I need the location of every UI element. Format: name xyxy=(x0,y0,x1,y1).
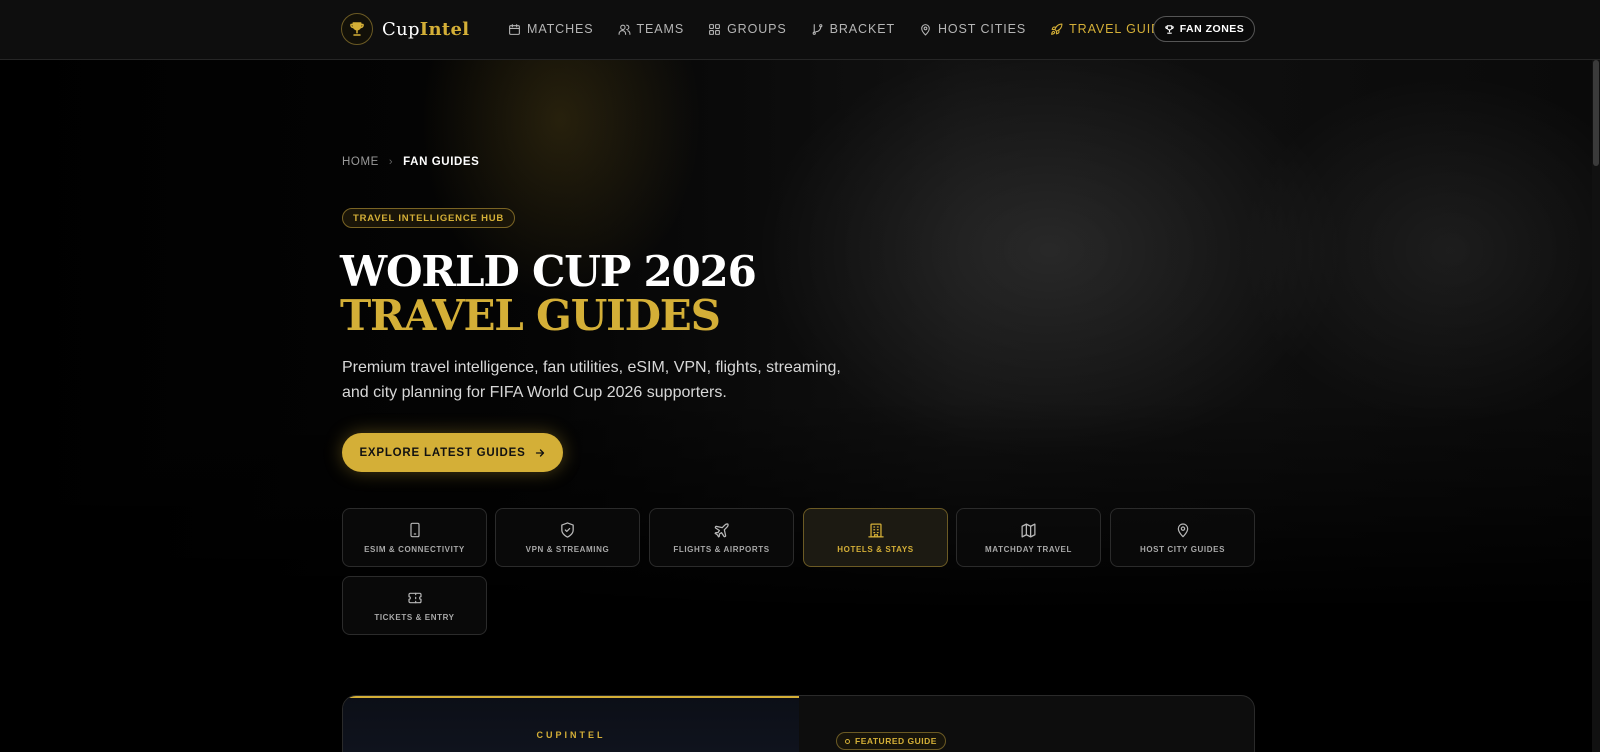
nav-link-label: HOST CITIES xyxy=(937,22,1027,36)
explore-guides-button[interactable]: EXPLORE LATEST GUIDES xyxy=(342,433,563,472)
shield-icon xyxy=(559,521,576,539)
nav-link-teams[interactable]: TEAMS xyxy=(618,22,685,36)
category-label: TICKETS & ENTRY xyxy=(374,613,455,622)
breadcrumb-home-link[interactable]: HOME xyxy=(342,156,379,168)
category-label: HOTELS & STAYS xyxy=(837,545,914,554)
category-flights-airports[interactable]: FLIGHTS & AIRPORTS xyxy=(649,508,794,567)
ticket-icon xyxy=(406,589,424,607)
page-scrollbar[interactable] xyxy=(1592,60,1600,752)
breadcrumb-separator-icon: › xyxy=(388,156,394,168)
featured-brand-label: CUPINTEL xyxy=(536,730,606,740)
bracket-icon xyxy=(812,23,823,35)
category-host-city-guides[interactable]: HOST CITY GUIDES xyxy=(1110,508,1255,567)
map-icon xyxy=(1020,521,1037,539)
hotel-icon xyxy=(867,521,885,539)
category-label: HOST CITY GUIDES xyxy=(1139,545,1226,554)
category-label: MATCHDAY TRAVEL xyxy=(985,545,1072,554)
featured-guide-image: CUPINTEL xyxy=(343,696,799,752)
logo-text-cup: Cup xyxy=(382,18,420,40)
breadcrumb-current: FAN GUIDES xyxy=(403,156,480,168)
category-label: ESIM & CONNECTIVITY xyxy=(364,545,465,554)
map-pin-icon xyxy=(921,23,930,35)
smartphone-icon xyxy=(407,521,423,539)
page-title-line2: TRAVEL GUIDES xyxy=(340,291,721,340)
explore-guides-label: EXPLORE LATEST GUIDES xyxy=(359,446,526,459)
nav-link-matches[interactable]: MATCHES xyxy=(508,22,594,36)
logo-text: CupIntel xyxy=(382,19,469,40)
page-title-line1: WORLD CUP 2026 xyxy=(340,247,757,296)
nav-link-label: GROUPS xyxy=(727,22,787,36)
nav-link-label: MATCHES xyxy=(527,22,594,36)
rocket-icon xyxy=(1051,23,1063,35)
nav-links: MATCHES TEAMS GROUPS BRACKET HOST CITIES… xyxy=(508,18,1203,40)
grid-icon xyxy=(709,23,720,35)
users-icon xyxy=(618,24,630,35)
fan-zones-button[interactable]: FAN ZONES xyxy=(1153,16,1255,42)
logo-text-intel: Intel xyxy=(419,18,470,40)
nav-link-label: BRACKET xyxy=(829,22,895,36)
nav-link-bracket[interactable]: BRACKET xyxy=(811,22,895,36)
hero-badge: TRAVEL INTELLIGENCE HUB xyxy=(342,208,516,228)
trophy-icon xyxy=(1164,24,1174,34)
featured-guide-badge: FEATURED GUIDE xyxy=(836,732,946,750)
category-hotels-stays[interactable]: HOTELS & STAYS xyxy=(803,508,948,567)
featured-guide-card[interactable]: CUPINTEL FEATURED GUIDE xyxy=(342,695,1255,752)
fan-zones-label: FAN ZONES xyxy=(1179,23,1245,35)
map-pin-icon xyxy=(1175,521,1191,539)
category-matchday-travel[interactable]: MATCHDAY TRAVEL xyxy=(956,508,1101,567)
category-label: VPN & STREAMING xyxy=(525,545,610,554)
category-vpn-streaming[interactable]: VPN & STREAMING xyxy=(495,508,640,567)
hero-subtitle: Premium travel intelligence, fan utiliti… xyxy=(342,359,841,401)
trophy-logo-icon xyxy=(341,13,373,45)
nav-link-label: TEAMS xyxy=(636,22,685,36)
scrollbar-thumb[interactable] xyxy=(1593,60,1599,166)
top-navigation: CupIntel MATCHES TEAMS GROUPS BRACKET HO… xyxy=(0,0,1600,60)
plane-icon xyxy=(713,521,730,539)
nav-link-groups[interactable]: GROUPS xyxy=(708,22,787,36)
breadcrumb: HOME › FAN GUIDES xyxy=(342,156,479,168)
logo[interactable]: CupIntel xyxy=(341,13,469,45)
calendar-icon xyxy=(509,23,520,35)
dot-icon xyxy=(845,738,850,744)
arrow-right-icon xyxy=(535,448,544,457)
category-label: FLIGHTS & AIRPORTS xyxy=(673,545,770,554)
nav-link-host-cities[interactable]: HOST CITIES xyxy=(919,22,1026,36)
category-tickets-entry[interactable]: TICKETS & ENTRY xyxy=(342,576,487,635)
category-esim-connectivity[interactable]: ESIM & CONNECTIVITY xyxy=(342,508,487,567)
featured-badge-label: FEATURED GUIDE xyxy=(855,736,937,746)
